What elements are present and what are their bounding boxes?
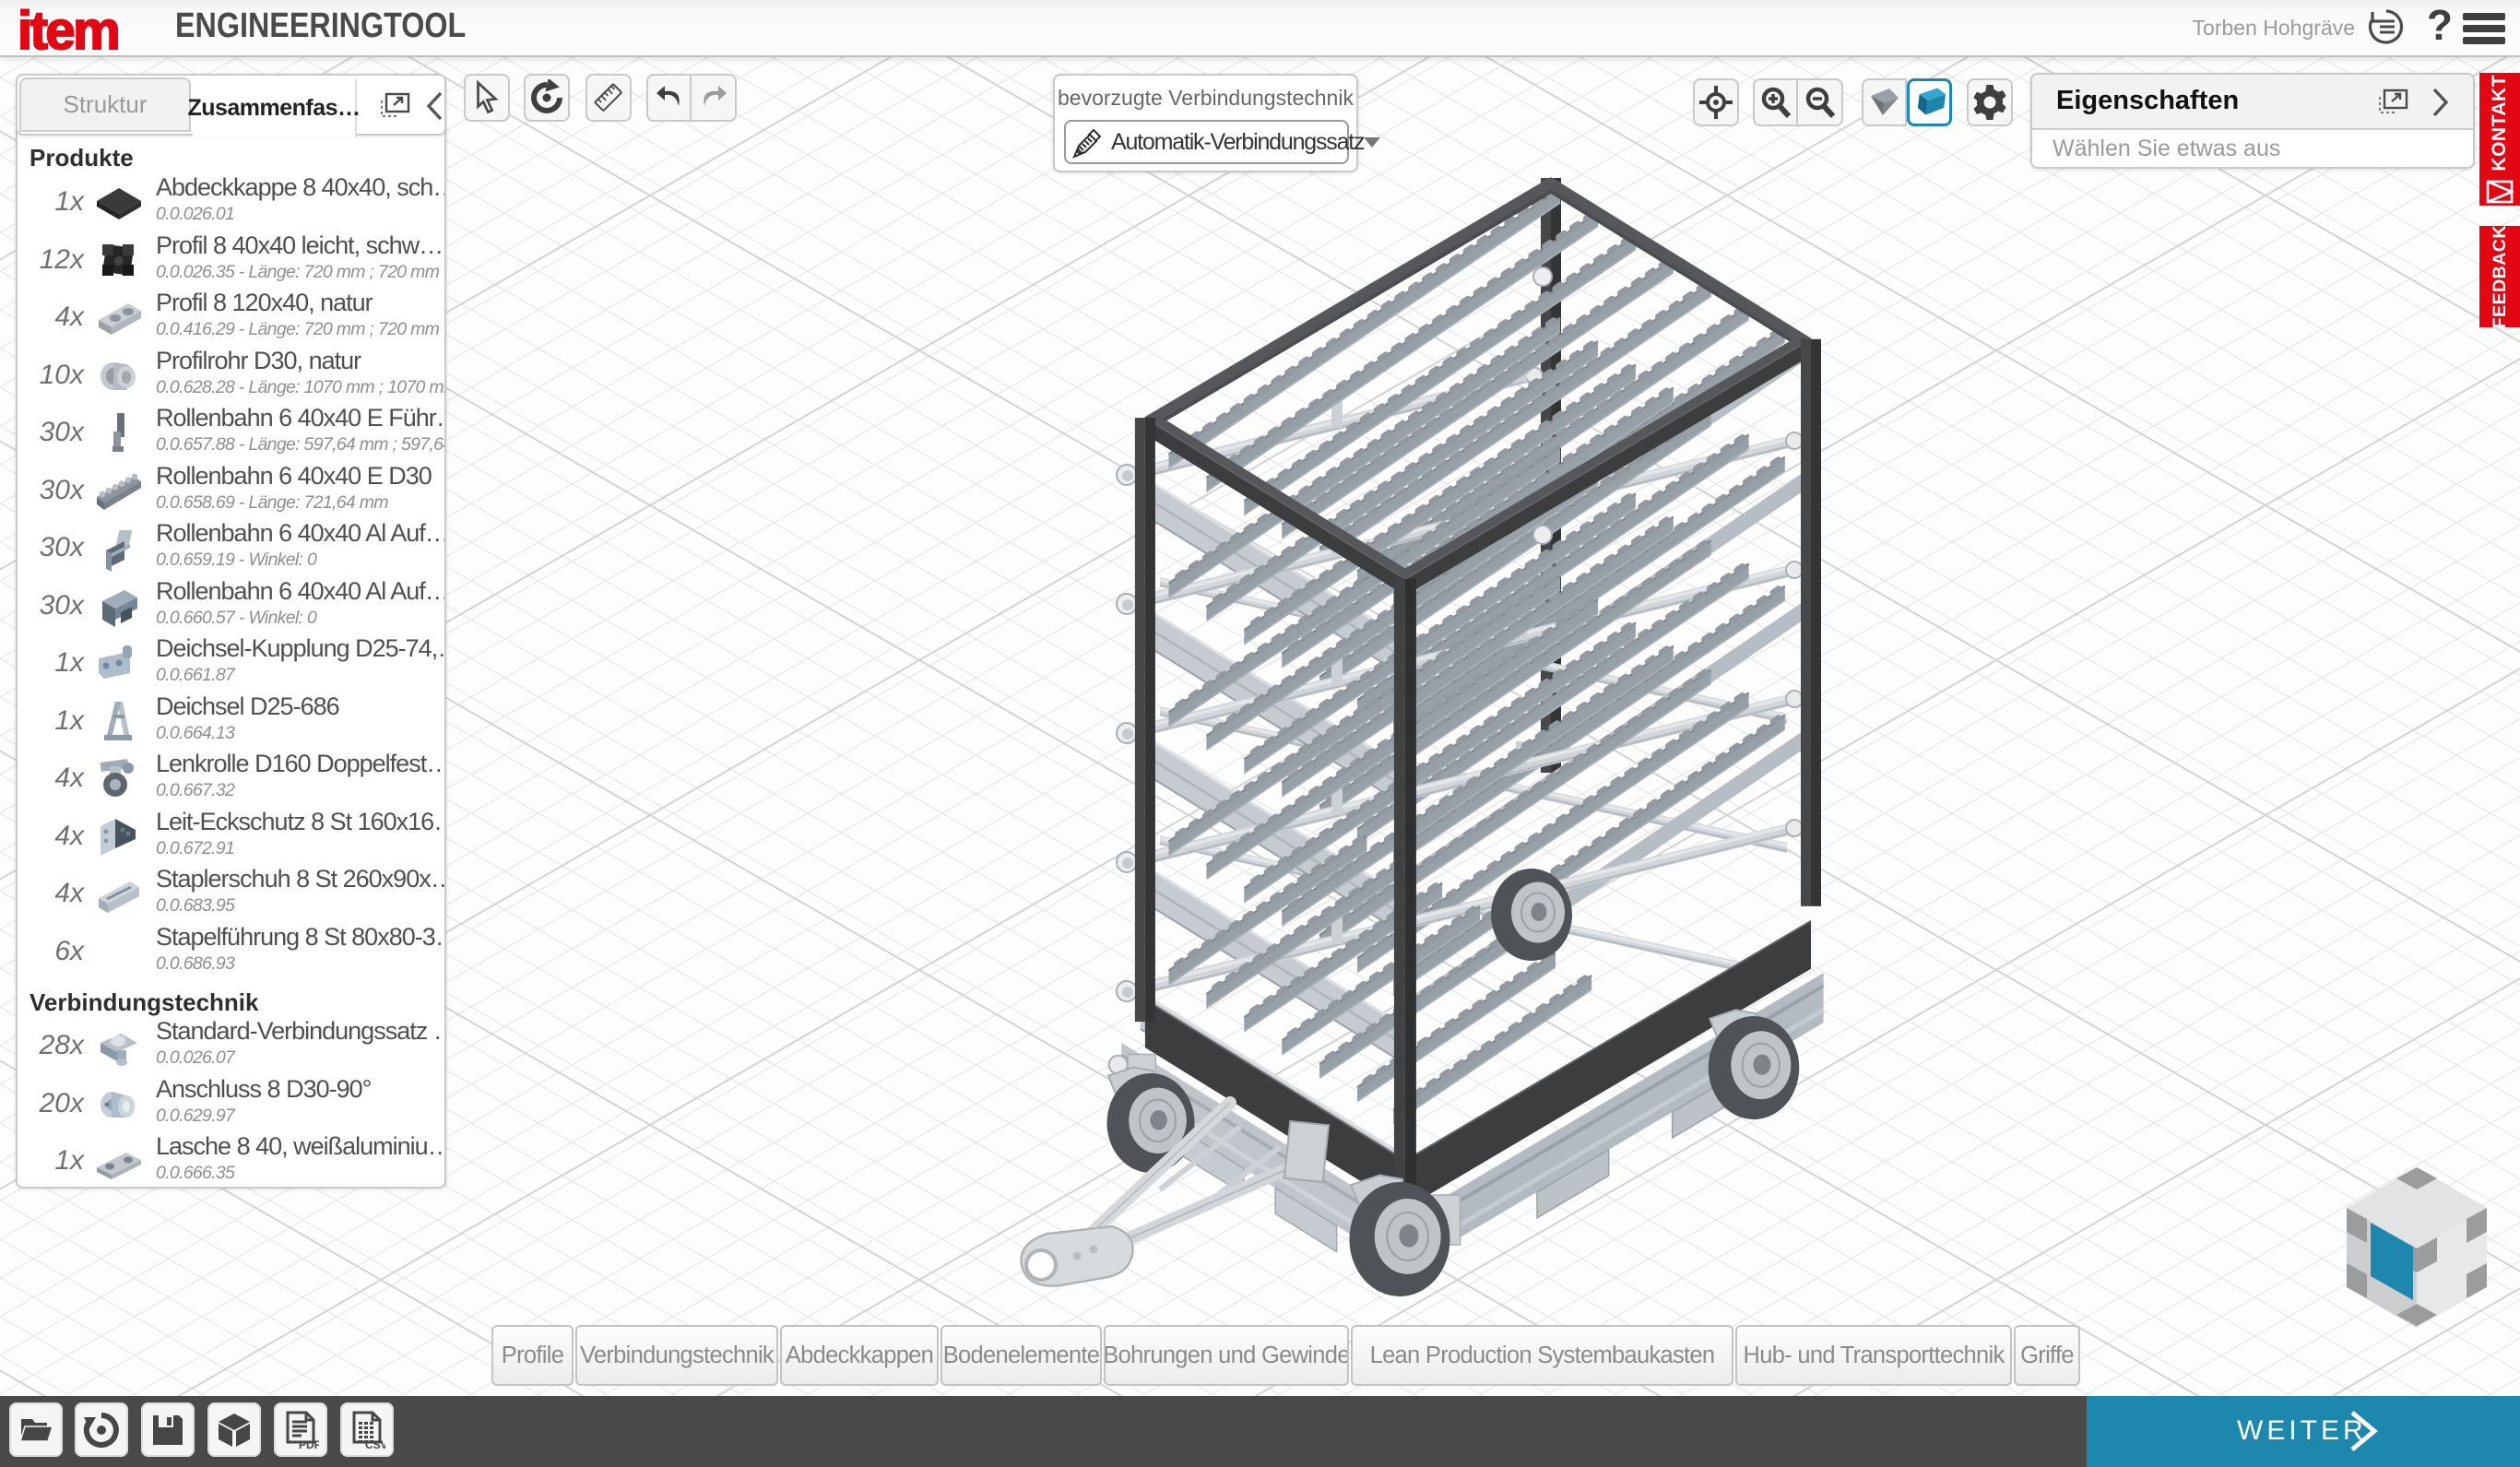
svg-text:PDF: PDF [299, 1438, 319, 1449]
svg-text:CSV: CSV [365, 1438, 385, 1449]
